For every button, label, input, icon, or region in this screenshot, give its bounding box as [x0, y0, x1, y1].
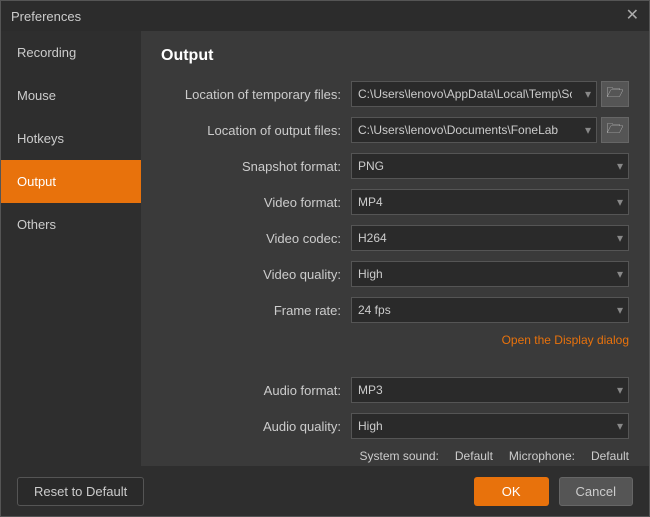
display-dialog-link[interactable]: Open the Display dialog: [502, 333, 629, 347]
audio-quality-row: Audio quality: High: [161, 413, 629, 439]
snapshot-format-label: Snapshot format:: [161, 159, 351, 174]
video-format-select[interactable]: MP4: [351, 189, 629, 215]
close-button[interactable]: ✕: [626, 8, 639, 24]
footer-actions: OK Cancel: [474, 477, 633, 506]
dialog-title: Preferences: [11, 9, 81, 24]
frame-rate-select-wrapper[interactable]: 24 fps: [351, 297, 629, 323]
video-codec-label: Video codec:: [161, 231, 351, 246]
output-panel: Output Location of temporary files: C:\U…: [141, 31, 649, 466]
sidebar-item-output[interactable]: Output: [1, 160, 141, 203]
audio-format-label: Audio format:: [161, 383, 351, 398]
audio-format-select[interactable]: MP3: [351, 377, 629, 403]
divider: [161, 367, 629, 377]
main-content-area: Recording Mouse Hotkeys Output Others Ou…: [1, 31, 649, 466]
temp-location-select[interactable]: C:\Users\lenovo\AppData\Local\Temp\Scree…: [351, 81, 597, 107]
title-bar: Preferences ✕: [1, 1, 649, 31]
video-quality-label: Video quality:: [161, 267, 351, 282]
output-location-select-wrapper[interactable]: C:\Users\lenovo\Documents\FoneLab: [351, 117, 597, 143]
snapshot-format-select-wrapper[interactable]: PNG: [351, 153, 629, 179]
sidebar: Recording Mouse Hotkeys Output Others: [1, 31, 141, 466]
output-location-label: Location of output files:: [161, 123, 351, 138]
system-sound-value: Default: [455, 449, 493, 463]
display-dialog-link-row: Open the Display dialog: [161, 333, 629, 357]
output-location-select[interactable]: C:\Users\lenovo\Documents\FoneLab: [351, 117, 597, 143]
audio-quality-label: Audio quality:: [161, 419, 351, 434]
sidebar-item-others[interactable]: Others: [1, 203, 141, 246]
cancel-button[interactable]: Cancel: [559, 477, 633, 506]
sidebar-item-hotkeys[interactable]: Hotkeys: [1, 117, 141, 160]
output-location-row: Location of output files: C:\Users\lenov…: [161, 117, 629, 143]
video-quality-row: Video quality: High: [161, 261, 629, 287]
preferences-dialog: Preferences ✕ Recording Mouse Hotkeys Ou…: [0, 0, 650, 517]
video-codec-select-wrapper[interactable]: H264: [351, 225, 629, 251]
video-format-label: Video format:: [161, 195, 351, 210]
snapshot-format-row: Snapshot format: PNG: [161, 153, 629, 179]
sidebar-item-recording[interactable]: Recording: [1, 31, 141, 74]
audio-info-row: System sound: Default Microphone: Defaul…: [161, 449, 629, 463]
audio-quality-select[interactable]: High: [351, 413, 629, 439]
reset-button[interactable]: Reset to Default: [17, 477, 144, 506]
sidebar-item-mouse[interactable]: Mouse: [1, 74, 141, 117]
video-quality-select-wrapper[interactable]: High: [351, 261, 629, 287]
ok-button[interactable]: OK: [474, 477, 549, 506]
audio-format-select-wrapper[interactable]: MP3: [351, 377, 629, 403]
frame-rate-select[interactable]: 24 fps: [351, 297, 629, 323]
audio-format-row: Audio format: MP3: [161, 377, 629, 403]
microphone-label: Microphone:: [509, 449, 575, 463]
video-format-row: Video format: MP4: [161, 189, 629, 215]
temp-location-label: Location of temporary files:: [161, 87, 351, 102]
temp-location-select-wrapper[interactable]: C:\Users\lenovo\AppData\Local\Temp\Scree…: [351, 81, 597, 107]
temp-location-folder-btn[interactable]: 🗁: [601, 81, 629, 107]
output-section-title: Output: [161, 47, 629, 65]
video-codec-select[interactable]: H264: [351, 225, 629, 251]
temp-location-row: Location of temporary files: C:\Users\le…: [161, 81, 629, 107]
system-sound-label: System sound:: [360, 449, 439, 463]
microphone-value: Default: [591, 449, 629, 463]
frame-rate-row: Frame rate: 24 fps: [161, 297, 629, 323]
video-format-select-wrapper[interactable]: MP4: [351, 189, 629, 215]
video-quality-select[interactable]: High: [351, 261, 629, 287]
snapshot-format-select[interactable]: PNG: [351, 153, 629, 179]
video-codec-row: Video codec: H264: [161, 225, 629, 251]
frame-rate-label: Frame rate:: [161, 303, 351, 318]
footer: Reset to Default OK Cancel: [1, 466, 649, 516]
output-location-folder-btn[interactable]: 🗁: [601, 117, 629, 143]
audio-quality-select-wrapper[interactable]: High: [351, 413, 629, 439]
